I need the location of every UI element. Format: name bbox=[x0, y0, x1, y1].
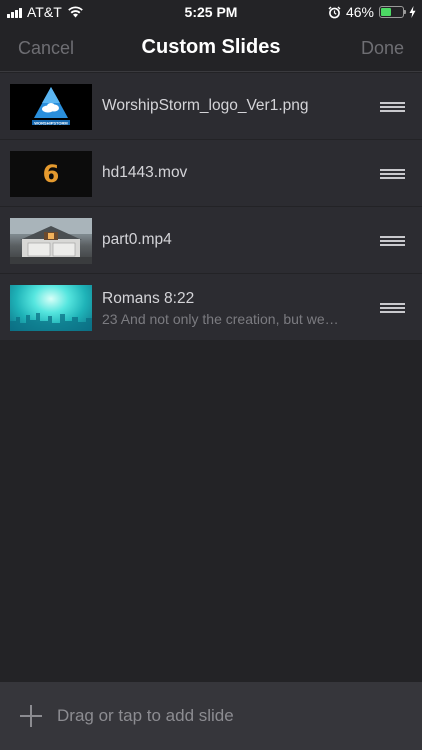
slide-row[interactable]: WORSHIPSTORM WorshipStorm_logo_Ver1.png bbox=[0, 73, 422, 140]
status-right: 46% bbox=[328, 4, 416, 20]
add-slide-bar[interactable]: Drag or tap to add slide bbox=[0, 682, 422, 750]
countdown-number: 6 bbox=[42, 160, 60, 188]
custom-slides-screen: AT&T 5:25 PM 46% Cancel Custom Slides Do… bbox=[0, 0, 422, 750]
slide-name: WorshipStorm_logo_Ver1.png bbox=[102, 97, 309, 114]
slide-list: WORSHIPSTORM WorshipStorm_logo_Ver1.png … bbox=[0, 73, 422, 341]
slide-thumbnail bbox=[10, 218, 92, 264]
alarm-icon bbox=[328, 6, 341, 18]
charging-bolt-icon bbox=[409, 6, 416, 18]
drag-handle-icon[interactable] bbox=[380, 303, 405, 313]
slide-name: hd1443.mov bbox=[102, 164, 188, 181]
battery-fill bbox=[381, 8, 391, 16]
slide-name: Romans 8:22 bbox=[102, 290, 195, 307]
battery-percent: 46% bbox=[345, 4, 374, 20]
page-title: Custom Slides bbox=[141, 36, 281, 58]
slide-name: part0.mp4 bbox=[102, 231, 172, 248]
house-image bbox=[10, 218, 92, 264]
navigation-bar: Cancel Custom Slides Done bbox=[0, 24, 422, 72]
slide-thumbnail: WORSHIPSTORM bbox=[10, 84, 92, 130]
battery-icon bbox=[379, 6, 406, 18]
done-button[interactable]: Done bbox=[361, 38, 404, 59]
slide-row[interactable]: 6 hd1443.mov bbox=[0, 140, 422, 207]
slide-subtitle: 23 And not only the creation, but we… bbox=[102, 311, 339, 327]
drag-handle-icon[interactable] bbox=[380, 169, 405, 179]
status-bar: AT&T 5:25 PM 46% bbox=[0, 0, 422, 24]
slide-row[interactable]: part0.mp4 bbox=[0, 207, 422, 274]
add-slide-label: Drag or tap to add slide bbox=[57, 706, 234, 725]
slide-thumbnail: 6 bbox=[10, 151, 92, 197]
slide-thumbnail bbox=[10, 285, 92, 331]
logo-text: WORSHIPSTORM bbox=[34, 120, 68, 125]
drag-handle-icon[interactable] bbox=[380, 236, 405, 246]
city-skyline-image bbox=[10, 313, 92, 331]
drag-handle-icon[interactable] bbox=[380, 102, 405, 112]
slide-row[interactable]: Romans 8:22 23 And not only the creation… bbox=[0, 274, 422, 341]
worshipstorm-logo: WORSHIPSTORM bbox=[32, 87, 70, 125]
plus-icon[interactable] bbox=[20, 705, 42, 727]
